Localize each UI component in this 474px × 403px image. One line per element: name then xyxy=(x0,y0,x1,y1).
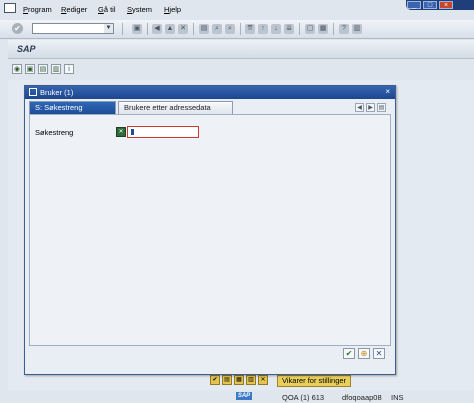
user-dialog: Bruker (1) × S: Søkestreng Brukere etter… xyxy=(24,85,396,375)
command-field[interactable]: ▼ xyxy=(32,23,114,34)
cancel-button[interactable]: ✕ xyxy=(373,348,385,359)
toolbar-separator xyxy=(299,23,300,35)
menu-hjelp[interactable]: Hjelp xyxy=(164,5,181,14)
menu-rediger[interactable]: Rediger xyxy=(61,5,87,14)
sokestreng-input[interactable] xyxy=(127,126,199,138)
screen-title: SAP xyxy=(17,44,36,54)
tab-scroll-right-icon[interactable]: ▶ xyxy=(366,103,375,112)
multi-select-button[interactable]: ⊕ xyxy=(358,348,370,359)
list-icon[interactable]: ▤ xyxy=(222,375,232,385)
minimize-button[interactable]: _ xyxy=(407,1,421,9)
dialog-icon xyxy=(29,88,37,96)
application-toolbar: ◉ ▣ ▤ ▥ i xyxy=(12,64,77,74)
chevron-down-icon[interactable]: ▼ xyxy=(104,24,113,33)
continue-button[interactable]: ✔ xyxy=(343,348,355,359)
display-icon[interactable]: ▣ xyxy=(25,64,35,74)
shortcut-icon[interactable]: ▦ xyxy=(318,24,328,34)
toolbar-separator xyxy=(147,23,148,35)
find-next-icon[interactable]: ⌕ xyxy=(225,24,235,34)
layout-icon[interactable]: ▥ xyxy=(352,24,362,34)
maximize-button[interactable]: □ xyxy=(423,1,437,9)
menu-ga-til[interactable]: Gå til xyxy=(98,5,116,14)
search-panel: Søkestreng ✕ xyxy=(29,114,391,346)
cancel-icon[interactable]: ✕ xyxy=(178,24,188,34)
last-page-icon[interactable]: ⇊ xyxy=(284,24,294,34)
first-page-icon[interactable]: ⇈ xyxy=(245,24,255,34)
dialog-title-bar: Bruker (1) × xyxy=(25,86,395,99)
status-server: dfoqoaap08 xyxy=(342,393,382,402)
find-icon[interactable]: ⌕ xyxy=(212,24,222,34)
menu-bar: Program Rediger Gå til System Hjelp xyxy=(0,2,405,16)
app-menu-icon[interactable] xyxy=(4,3,16,13)
toolbar-separator xyxy=(122,23,123,35)
tab-scroll-left-icon[interactable]: ◀ xyxy=(355,103,364,112)
back-icon[interactable]: ◀ xyxy=(152,24,162,34)
menu-system[interactable]: System xyxy=(127,5,152,14)
check-icon[interactable]: ✔ xyxy=(210,375,220,385)
text-cursor xyxy=(131,129,134,135)
vikarer-button[interactable]: Vikarer for stillinger xyxy=(277,375,352,387)
status-system: QOA (1) 613 xyxy=(282,393,325,402)
screen-title-bar: SAP xyxy=(8,40,474,59)
tree-icon[interactable]: ▥ xyxy=(246,375,256,385)
print-icon[interactable]: ▤ xyxy=(199,24,209,34)
change-icon[interactable]: ▤ xyxy=(38,64,48,74)
tab-sokestreng[interactable]: S: Søkestreng xyxy=(29,101,116,114)
toolbar-separator xyxy=(193,23,194,35)
menu-program[interactable]: Program xyxy=(23,5,52,14)
status-bar: SAP QOA (1) 613 dfoqoaap08 INS xyxy=(8,392,474,403)
multiple-selection-icon[interactable]: ✕ xyxy=(116,127,126,137)
sap-logo-icon: SAP xyxy=(236,392,252,400)
status-mode: INS xyxy=(391,393,404,402)
close-window-button[interactable]: × xyxy=(439,1,453,9)
enter-icon[interactable]: ✔ xyxy=(12,23,23,34)
toolbar-separator xyxy=(240,23,241,35)
standard-toolbar: ✔ ▼ ▣ ◀ ▲ ✕ ▤ ⌕ ⌕ ⇈ ↑ ↓ ⇊ ▢ ▦ ? ▥ xyxy=(0,20,474,39)
prev-page-icon[interactable]: ↑ xyxy=(258,24,268,34)
copy-icon[interactable]: ▥ xyxy=(51,64,61,74)
save-icon[interactable]: ▣ xyxy=(132,24,142,34)
sokestreng-label: Søkestreng xyxy=(35,128,74,137)
dialog-title: Bruker (1) xyxy=(40,88,74,97)
next-page-icon[interactable]: ↓ xyxy=(271,24,281,34)
tab-brukere-etter-adressedata[interactable]: Brukere etter adressedata xyxy=(118,101,233,114)
exit-icon[interactable]: ▲ xyxy=(165,24,175,34)
new-session-icon[interactable]: ▢ xyxy=(305,24,315,34)
cancel-icon[interactable]: ✕ xyxy=(258,375,268,385)
info-icon[interactable]: i xyxy=(64,64,74,74)
tab-list-icon[interactable]: ▤ xyxy=(377,103,386,112)
window-controls: _ □ × xyxy=(406,0,474,10)
toolbar-separator xyxy=(333,23,334,35)
grid-icon[interactable]: ▦ xyxy=(234,375,244,385)
help-icon[interactable]: ? xyxy=(339,24,349,34)
execute-icon[interactable]: ◉ xyxy=(12,64,22,74)
dialog-close-icon[interactable]: × xyxy=(385,87,390,96)
